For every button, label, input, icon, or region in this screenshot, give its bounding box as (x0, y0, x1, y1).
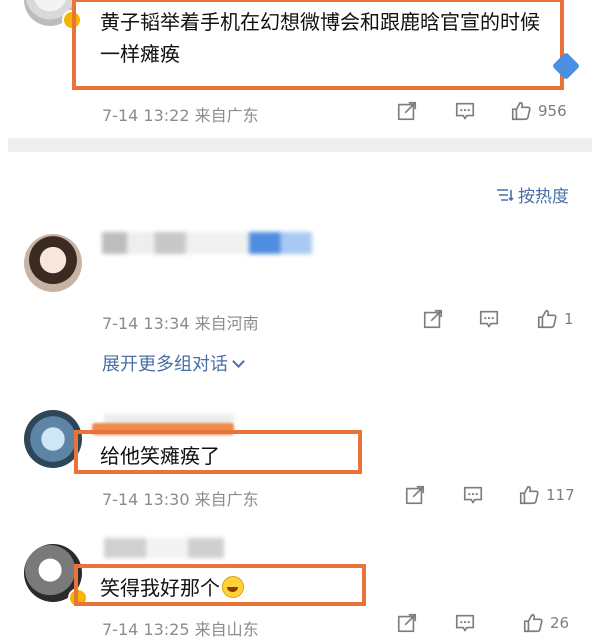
comment-button[interactable] (462, 484, 484, 506)
like-count: 117 (546, 486, 575, 504)
like-count: 26 (550, 614, 570, 632)
username-blurred (102, 232, 312, 254)
username-blurred (104, 538, 224, 558)
comment-text: 笑得我好那个 (100, 572, 244, 604)
thumbs-up-icon (537, 309, 557, 329)
comment-text: 黄子韬举着手机在幻想微博会和跟鹿晗官宣的时候一样瘫痪 (100, 10, 540, 66)
comment-icon (455, 102, 475, 120)
comment-icon (479, 310, 499, 328)
share-icon (423, 309, 443, 329)
share-icon (397, 613, 417, 633)
comment-meta: 7-14 13:34 来自河南 (102, 314, 259, 333)
comment-button[interactable] (454, 100, 476, 122)
chevron-down-icon (232, 355, 245, 368)
laugh-cry-icon (222, 576, 244, 598)
comment-icon (463, 486, 483, 504)
share-icon (405, 485, 425, 505)
thumbs-up-icon (511, 101, 531, 121)
thumbs-up-icon (523, 613, 543, 633)
comment-meta: 7-14 13:25 来自山东 (102, 620, 259, 639)
sort-label: 按热度 (518, 187, 569, 207)
avatar[interactable] (24, 234, 82, 292)
share-button[interactable] (422, 308, 444, 330)
section-divider (8, 138, 592, 152)
sort-button[interactable]: 按热度 (496, 182, 569, 207)
expand-replies-link[interactable]: 展开更多组对话 (102, 350, 245, 376)
comment-meta: 7-14 13:22 来自广东 (102, 106, 259, 125)
comment-text-content: 笑得我好那个 (100, 576, 220, 600)
share-button[interactable] (396, 100, 418, 122)
comment-button[interactable] (478, 308, 500, 330)
like-button[interactable]: 956 (510, 100, 567, 122)
share-icon (397, 101, 417, 121)
comment-text: 给他笑瘫痪了 (100, 444, 220, 468)
like-button[interactable]: 26 (522, 612, 569, 634)
comment-button[interactable] (454, 612, 476, 634)
like-button[interactable]: 1 (536, 308, 574, 330)
sort-lines-icon (497, 188, 514, 201)
expand-label: 展开更多组对话 (102, 354, 228, 375)
comment-icon (455, 614, 475, 632)
thumbs-up-icon (519, 485, 539, 505)
share-button[interactable] (404, 484, 426, 506)
share-button[interactable] (396, 612, 418, 634)
like-button[interactable]: 117 (518, 484, 575, 506)
like-count: 1 (564, 310, 574, 328)
comment-meta: 7-14 13:30 来自广东 (102, 490, 259, 509)
like-count: 956 (538, 102, 567, 120)
